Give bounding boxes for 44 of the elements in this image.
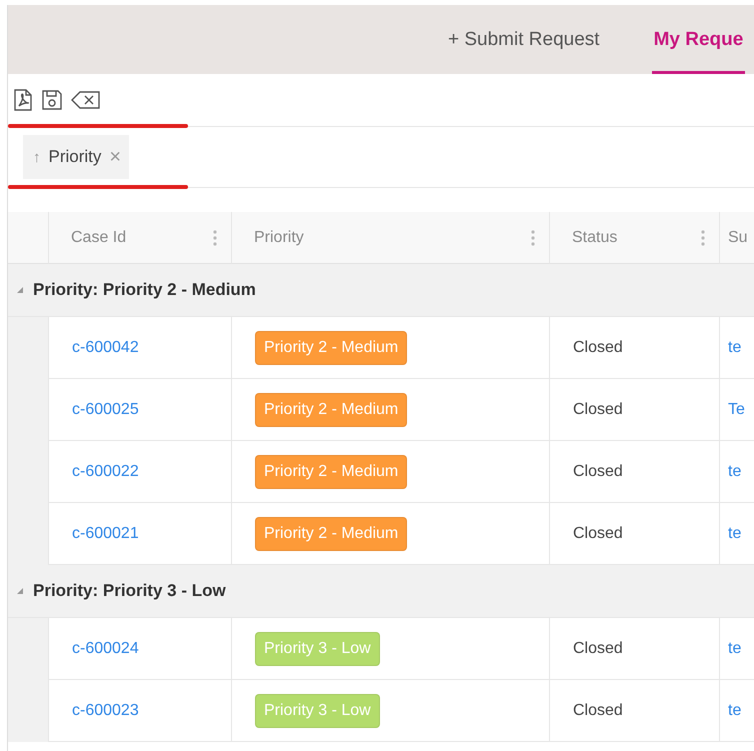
case-link[interactable]: c-600023 [72, 702, 139, 720]
status-text: Closed [573, 640, 623, 658]
status-text: Closed [573, 702, 623, 720]
collapse-triangle-icon[interactable] [16, 286, 24, 294]
status-text: Closed [573, 400, 623, 418]
column-header[interactable]: Case Id [48, 212, 231, 264]
column-header[interactable]: Status [549, 212, 719, 264]
priority-tag: Priority 2 - Medium [255, 392, 408, 426]
group-label: Priority: Priority 3 - Low [33, 581, 226, 601]
sort-chip[interactable]: ↑ Priority × [23, 135, 130, 179]
close-button[interactable]: × [109, 146, 122, 168]
subject-link[interactable]: Te [728, 400, 745, 418]
group-label: Priority: Priority 2 - Medium [33, 280, 256, 300]
status-text: Closed [573, 338, 623, 356]
backspace-clear-icon[interactable] [71, 91, 101, 109]
sort-arrow: ↑ [33, 148, 40, 166]
case-link[interactable]: c-600042 [72, 338, 139, 356]
priority-tag: Priority 2 - Medium [255, 330, 408, 364]
case-link[interactable]: c-600025 [72, 400, 139, 418]
priority-tag: Priority 3 - Low [255, 694, 380, 728]
column-menu-icon[interactable] [701, 230, 705, 246]
subject-link[interactable]: te [728, 640, 742, 658]
subject-link[interactable]: te [728, 524, 742, 542]
priority-tag: Priority 3 - Low [255, 632, 380, 666]
column-menu-icon[interactable] [531, 230, 535, 246]
save-icon[interactable] [41, 89, 63, 111]
subject-link[interactable]: te [728, 338, 742, 356]
pdf-file-icon[interactable] [13, 89, 33, 111]
status-text: Closed [573, 462, 623, 480]
case-link[interactable]: c-600022 [72, 462, 139, 480]
subject-link[interactable]: te [728, 462, 742, 480]
priority-tag: Priority 2 - Medium [255, 516, 408, 550]
priority-tag: Priority 2 - Medium [255, 454, 408, 488]
nav-tab[interactable]: My Reque [652, 5, 746, 74]
case-link[interactable]: c-600024 [72, 640, 139, 658]
column-header[interactable]: Priority [231, 212, 549, 264]
case-link[interactable]: c-600021 [72, 524, 139, 542]
column-menu-icon[interactable] [213, 230, 217, 246]
status-text: Closed [573, 524, 623, 542]
sort-label: Priority [48, 147, 102, 167]
collapse-triangle-icon[interactable] [16, 587, 24, 595]
nav-tab[interactable]: + Submit Request [446, 5, 602, 74]
column-header[interactable]: Su [719, 212, 754, 264]
subject-link[interactable]: te [728, 702, 742, 720]
